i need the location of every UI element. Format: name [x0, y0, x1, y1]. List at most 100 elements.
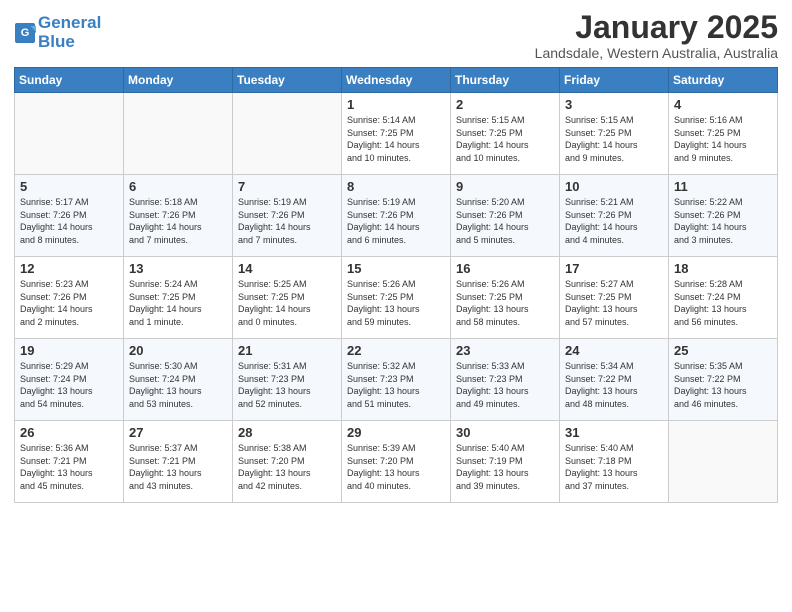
day-number: 20	[129, 343, 227, 358]
calendar-cell: 24 Sunrise: 5:34 AM Sunset: 7:22 PM Dayli…	[560, 339, 669, 421]
day-info: Sunrise: 5:19 AM Sunset: 7:26 PM Dayligh…	[238, 196, 336, 246]
weekday-header: Friday	[560, 68, 669, 93]
day-number: 1	[347, 97, 445, 112]
day-number: 23	[456, 343, 554, 358]
calendar-week-row: 5 Sunrise: 5:17 AM Sunset: 7:26 PM Daylig…	[15, 175, 778, 257]
day-number: 27	[129, 425, 227, 440]
weekday-header: Monday	[124, 68, 233, 93]
day-number: 14	[238, 261, 336, 276]
day-info: Sunrise: 5:15 AM Sunset: 7:25 PM Dayligh…	[565, 114, 663, 164]
day-number: 11	[674, 179, 772, 194]
calendar-cell	[15, 93, 124, 175]
day-info: Sunrise: 5:40 AM Sunset: 7:18 PM Dayligh…	[565, 442, 663, 492]
day-info: Sunrise: 5:24 AM Sunset: 7:25 PM Dayligh…	[129, 278, 227, 328]
calendar-cell: 10 Sunrise: 5:21 AM Sunset: 7:26 PM Dayli…	[560, 175, 669, 257]
day-number: 18	[674, 261, 772, 276]
calendar-cell: 26 Sunrise: 5:36 AM Sunset: 7:21 PM Dayli…	[15, 421, 124, 503]
day-number: 6	[129, 179, 227, 194]
calendar-cell	[669, 421, 778, 503]
calendar-header: SundayMondayTuesdayWednesdayThursdayFrid…	[15, 68, 778, 93]
day-number: 19	[20, 343, 118, 358]
logo: G General Blue	[14, 14, 101, 51]
day-info: Sunrise: 5:14 AM Sunset: 7:25 PM Dayligh…	[347, 114, 445, 164]
weekday-header: Saturday	[669, 68, 778, 93]
calendar-cell: 22 Sunrise: 5:32 AM Sunset: 7:23 PM Dayli…	[342, 339, 451, 421]
day-info: Sunrise: 5:34 AM Sunset: 7:22 PM Dayligh…	[565, 360, 663, 410]
day-info: Sunrise: 5:18 AM Sunset: 7:26 PM Dayligh…	[129, 196, 227, 246]
day-number: 10	[565, 179, 663, 194]
day-info: Sunrise: 5:40 AM Sunset: 7:19 PM Dayligh…	[456, 442, 554, 492]
day-info: Sunrise: 5:20 AM Sunset: 7:26 PM Dayligh…	[456, 196, 554, 246]
day-number: 26	[20, 425, 118, 440]
title-block: January 2025 Landsdale, Western Australi…	[535, 10, 778, 61]
weekday-header: Thursday	[451, 68, 560, 93]
day-info: Sunrise: 5:22 AM Sunset: 7:26 PM Dayligh…	[674, 196, 772, 246]
calendar-cell: 13 Sunrise: 5:24 AM Sunset: 7:25 PM Dayli…	[124, 257, 233, 339]
day-number: 29	[347, 425, 445, 440]
day-number: 12	[20, 261, 118, 276]
day-number: 3	[565, 97, 663, 112]
day-number: 7	[238, 179, 336, 194]
calendar-cell: 9Sunrise: 5:20 AM Sunset: 7:26 PM Daylig…	[451, 175, 560, 257]
day-info: Sunrise: 5:19 AM Sunset: 7:26 PM Dayligh…	[347, 196, 445, 246]
day-info: Sunrise: 5:32 AM Sunset: 7:23 PM Dayligh…	[347, 360, 445, 410]
day-info: Sunrise: 5:39 AM Sunset: 7:20 PM Dayligh…	[347, 442, 445, 492]
calendar-cell: 21 Sunrise: 5:31 AM Sunset: 7:23 PM Dayli…	[233, 339, 342, 421]
calendar-cell: 7 Sunrise: 5:19 AM Sunset: 7:26 PM Daylig…	[233, 175, 342, 257]
day-number: 2	[456, 97, 554, 112]
calendar-cell: 29 Sunrise: 5:39 AM Sunset: 7:20 PM Dayli…	[342, 421, 451, 503]
day-number: 28	[238, 425, 336, 440]
day-info: Sunrise: 5:36 AM Sunset: 7:21 PM Dayligh…	[20, 442, 118, 492]
logo-text: General Blue	[38, 14, 101, 51]
day-info: Sunrise: 5:26 AM Sunset: 7:25 PM Dayligh…	[347, 278, 445, 328]
calendar-week-row: 12Sunrise: 5:23 AM Sunset: 7:26 PM Dayli…	[15, 257, 778, 339]
page: G General Blue January 2025 Landsdale, W…	[0, 0, 792, 612]
day-number: 22	[347, 343, 445, 358]
day-number: 25	[674, 343, 772, 358]
day-info: Sunrise: 5:21 AM Sunset: 7:26 PM Dayligh…	[565, 196, 663, 246]
day-info: Sunrise: 5:25 AM Sunset: 7:25 PM Dayligh…	[238, 278, 336, 328]
calendar-cell: 4 Sunrise: 5:16 AM Sunset: 7:25 PM Daylig…	[669, 93, 778, 175]
svg-text:G: G	[21, 27, 30, 39]
weekday-header: Tuesday	[233, 68, 342, 93]
calendar-cell: 20 Sunrise: 5:30 AM Sunset: 7:24 PM Dayli…	[124, 339, 233, 421]
calendar-cell: 1 Sunrise: 5:14 AM Sunset: 7:25 PM Daylig…	[342, 93, 451, 175]
calendar-cell: 8 Sunrise: 5:19 AM Sunset: 7:26 PM Daylig…	[342, 175, 451, 257]
calendar-cell: 12Sunrise: 5:23 AM Sunset: 7:26 PM Dayli…	[15, 257, 124, 339]
day-number: 31	[565, 425, 663, 440]
day-info: Sunrise: 5:27 AM Sunset: 7:25 PM Dayligh…	[565, 278, 663, 328]
day-number: 21	[238, 343, 336, 358]
day-number: 8	[347, 179, 445, 194]
month-title: January 2025	[535, 10, 778, 45]
day-number: 13	[129, 261, 227, 276]
day-number: 16	[456, 261, 554, 276]
day-info: Sunrise: 5:30 AM Sunset: 7:24 PM Dayligh…	[129, 360, 227, 410]
day-number: 24	[565, 343, 663, 358]
day-number: 15	[347, 261, 445, 276]
calendar-cell: 11 Sunrise: 5:22 AM Sunset: 7:26 PM Dayli…	[669, 175, 778, 257]
calendar-cell: 15 Sunrise: 5:26 AM Sunset: 7:25 PM Dayli…	[342, 257, 451, 339]
day-info: Sunrise: 5:29 AM Sunset: 7:24 PM Dayligh…	[20, 360, 118, 410]
day-info: Sunrise: 5:17 AM Sunset: 7:26 PM Dayligh…	[20, 196, 118, 246]
day-info: Sunrise: 5:28 AM Sunset: 7:24 PM Dayligh…	[674, 278, 772, 328]
calendar: SundayMondayTuesdayWednesdayThursdayFrid…	[14, 67, 778, 503]
day-info: Sunrise: 5:37 AM Sunset: 7:21 PM Dayligh…	[129, 442, 227, 492]
calendar-week-row: 26 Sunrise: 5:36 AM Sunset: 7:21 PM Dayli…	[15, 421, 778, 503]
calendar-cell: 30Sunrise: 5:40 AM Sunset: 7:19 PM Dayli…	[451, 421, 560, 503]
calendar-week-row: 1 Sunrise: 5:14 AM Sunset: 7:25 PM Daylig…	[15, 93, 778, 175]
calendar-cell: 17 Sunrise: 5:27 AM Sunset: 7:25 PM Dayli…	[560, 257, 669, 339]
calendar-cell: 6 Sunrise: 5:18 AM Sunset: 7:26 PM Daylig…	[124, 175, 233, 257]
calendar-cell	[124, 93, 233, 175]
day-number: 4	[674, 97, 772, 112]
day-info: Sunrise: 5:33 AM Sunset: 7:23 PM Dayligh…	[456, 360, 554, 410]
calendar-cell: 23 Sunrise: 5:33 AM Sunset: 7:23 PM Dayli…	[451, 339, 560, 421]
calendar-body: 1 Sunrise: 5:14 AM Sunset: 7:25 PM Daylig…	[15, 93, 778, 503]
day-number: 5	[20, 179, 118, 194]
calendar-cell: 16Sunrise: 5:26 AM Sunset: 7:25 PM Dayli…	[451, 257, 560, 339]
calendar-cell: 14 Sunrise: 5:25 AM Sunset: 7:25 PM Dayli…	[233, 257, 342, 339]
day-number: 17	[565, 261, 663, 276]
day-info: Sunrise: 5:31 AM Sunset: 7:23 PM Dayligh…	[238, 360, 336, 410]
header-row: G General Blue January 2025 Landsdale, W…	[14, 10, 778, 61]
calendar-cell: 27 Sunrise: 5:37 AM Sunset: 7:21 PM Dayli…	[124, 421, 233, 503]
day-info: Sunrise: 5:16 AM Sunset: 7:25 PM Dayligh…	[674, 114, 772, 164]
